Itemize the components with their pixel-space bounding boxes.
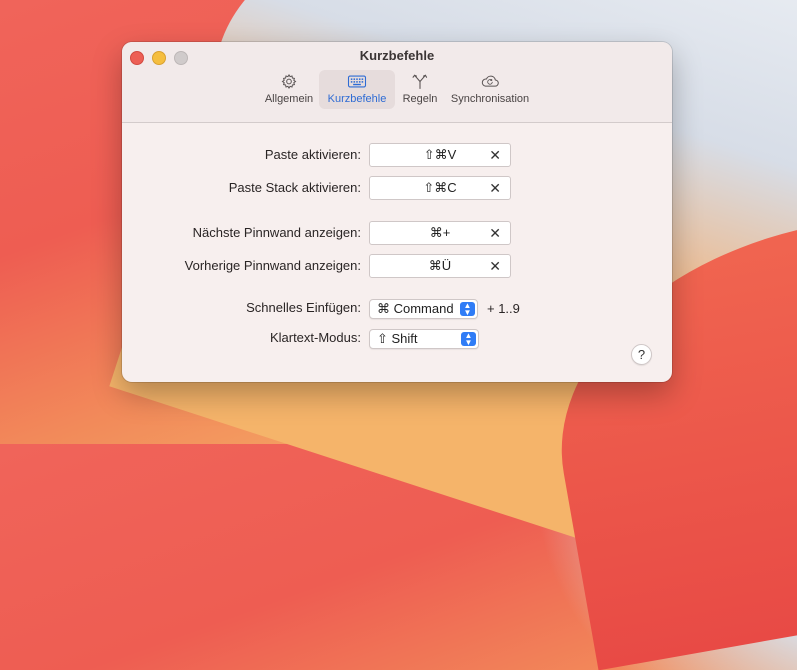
shortcut-recorder-next-board[interactable]: ⌘+ ✕	[369, 221, 511, 245]
shortcut-recorder-paste[interactable]: ⇧⌘V ✕	[369, 143, 511, 167]
shortcut-keys: ⇧⌘C	[423, 180, 457, 195]
shortcut-label: Vorherige Pinnwand anzeigen:	[184, 258, 361, 273]
tab-label: Allgemein	[264, 93, 314, 105]
gear-icon	[281, 73, 297, 90]
quick-paste-label: Schnelles Einfügen:	[246, 300, 361, 315]
shortcut-recorder-previous-board[interactable]: ⌘Ü ✕	[369, 254, 511, 278]
help-button[interactable]: ?	[631, 344, 652, 365]
shortcut-label: Paste aktivieren:	[264, 147, 361, 162]
shortcut-keys: ⌘+	[429, 225, 451, 240]
preferences-window: Kurzbefehle Allgemein Kurzbefehle Regeln…	[122, 42, 672, 382]
select-value: ⌘ Command	[377, 301, 454, 316]
tab-label: Regeln	[402, 93, 438, 105]
cloud-sync-icon	[481, 75, 499, 87]
clear-icon[interactable]: ✕	[489, 147, 501, 164]
shortcut-recorder-paste-stack[interactable]: ⇧⌘C ✕	[369, 176, 511, 200]
shortcut-keys: ⌘Ü	[428, 258, 452, 273]
tab-synchronisation[interactable]: Synchronisation	[445, 70, 535, 109]
branch-icon	[412, 74, 428, 89]
plain-text-modifier-select[interactable]: ⇧ Shift ▲ ▼	[369, 329, 479, 349]
chevron-updown-icon: ▲ ▼	[460, 302, 475, 317]
tab-regeln[interactable]: Regeln	[395, 70, 445, 109]
window-title: Kurzbefehle	[359, 48, 435, 63]
keyboard-icon	[347, 75, 367, 88]
clear-icon[interactable]: ✕	[489, 225, 501, 242]
tab-label: Synchronisation	[450, 93, 530, 105]
quick-paste-modifier-select[interactable]: ⌘ Command ▲ ▼	[369, 299, 478, 319]
tab-kurzbefehle[interactable]: Kurzbefehle	[319, 70, 395, 109]
quick-paste-suffix: + 1..9	[487, 301, 520, 316]
chevron-updown-icon: ▲ ▼	[461, 332, 476, 347]
plain-text-label: Klartext-Modus:	[269, 330, 361, 345]
titlebar: Kurzbefehle Allgemein Kurzbefehle Regeln…	[122, 42, 672, 123]
shortcut-keys: ⇧⌘V	[423, 147, 457, 162]
select-value: ⇧ Shift	[377, 331, 418, 346]
clear-icon[interactable]: ✕	[489, 180, 501, 197]
shortcut-label: Paste Stack aktivieren:	[228, 180, 361, 195]
tab-label: Kurzbefehle	[327, 93, 387, 105]
tab-allgemein[interactable]: Allgemein	[259, 70, 319, 109]
shortcut-label: Nächste Pinnwand anzeigen:	[192, 225, 361, 240]
preferences-toolbar: Allgemein Kurzbefehle Regeln Synchronisa…	[122, 70, 672, 109]
clear-icon[interactable]: ✕	[489, 258, 501, 275]
shortcuts-panel: Paste aktivieren: ⇧⌘V ✕ Paste Stack akti…	[122, 123, 672, 382]
